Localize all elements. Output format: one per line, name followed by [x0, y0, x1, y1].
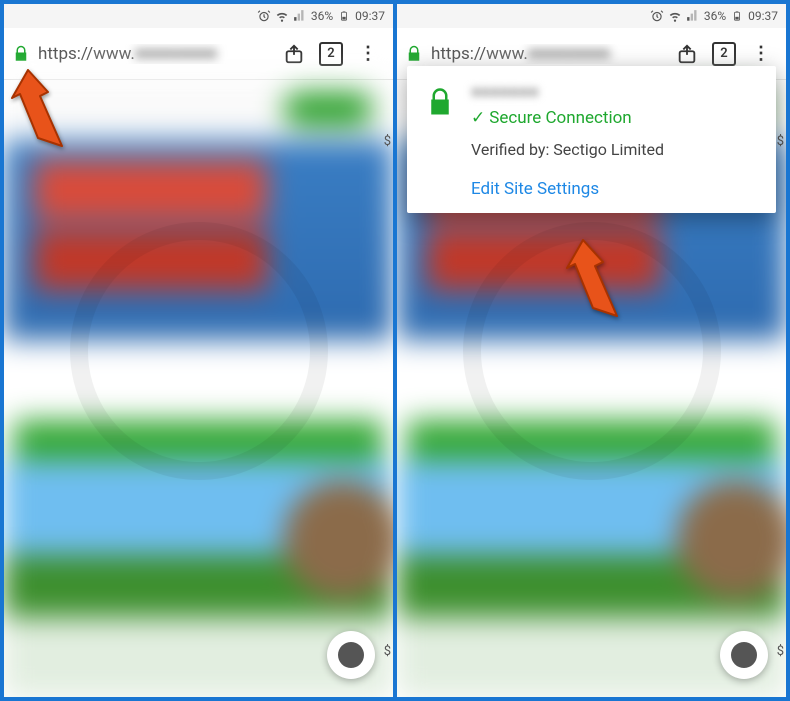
annotation-arrow-left [10, 66, 80, 160]
floating-button[interactable] [720, 631, 768, 679]
site-name-blurred: ■■■■■■■ [471, 82, 758, 102]
verified-by-label: Verified by: Sectigo Limited [471, 140, 758, 159]
lock-icon [425, 84, 455, 120]
tab-count: 2 [327, 46, 334, 61]
wifi-icon [275, 9, 289, 23]
url-host-blurred: ■■■■■■■■ [528, 44, 610, 64]
tabs-button[interactable]: 2 [319, 42, 343, 66]
watermark-dollar: $ [384, 644, 391, 659]
edit-site-settings-link[interactable]: Edit Site Settings [471, 179, 758, 199]
watermark-dollar: $ [777, 134, 784, 149]
tabs-button[interactable]: 2 [712, 42, 736, 66]
alarm-icon [257, 9, 271, 23]
battery-icon [337, 9, 351, 23]
checkmark-icon: ✓ [471, 108, 485, 128]
url-scheme: https:// [38, 44, 93, 64]
url-host-prefix: www. [93, 44, 135, 64]
battery-pct: 36% [311, 9, 333, 23]
clock-time: 09:37 [748, 9, 778, 23]
url-scheme: https:// [431, 44, 486, 64]
signal-icon [686, 9, 700, 23]
url-text[interactable]: https://www.■■■■■■■■ [431, 44, 662, 64]
secure-connection-label: ✓ Secure Connection [471, 108, 758, 128]
battery-pct: 36% [704, 9, 726, 23]
lock-icon[interactable] [12, 45, 30, 63]
floating-button[interactable] [327, 631, 375, 679]
status-bar: 36% 09:37 [397, 4, 786, 28]
signal-icon [293, 9, 307, 23]
watermark-dollar: $ [777, 644, 784, 659]
url-host-prefix: www. [486, 44, 528, 64]
url-text[interactable]: https://www.■■■■■■■■ [38, 44, 269, 64]
status-bar: 36% 09:37 [4, 4, 393, 28]
secure-text: Secure Connection [489, 108, 631, 128]
url-host-blurred: ■■■■■■■■ [135, 44, 217, 64]
phone-right: 36% 09:37 https://www.■■■■■■■■ 2 ⋮ $ $ [397, 4, 786, 697]
tutorial-frame: 36% 09:37 https://www.■■■■■■■■ 2 ⋮ $ $ [0, 0, 790, 701]
share-icon[interactable] [277, 37, 311, 71]
tab-count: 2 [720, 46, 727, 61]
menu-icon[interactable]: ⋮ [351, 37, 385, 71]
site-info-popover: ■■■■■■■ ✓ Secure Connection Verified by:… [407, 66, 776, 213]
watermark-dollar: $ [384, 134, 391, 149]
annotation-arrow-right [565, 236, 635, 330]
phone-left: 36% 09:37 https://www.■■■■■■■■ 2 ⋮ $ $ [4, 4, 393, 697]
clock-time: 09:37 [355, 9, 385, 23]
lock-icon[interactable] [405, 45, 423, 63]
wifi-icon [668, 9, 682, 23]
alarm-icon [650, 9, 664, 23]
battery-icon [730, 9, 744, 23]
page-content-blurred [4, 80, 393, 697]
